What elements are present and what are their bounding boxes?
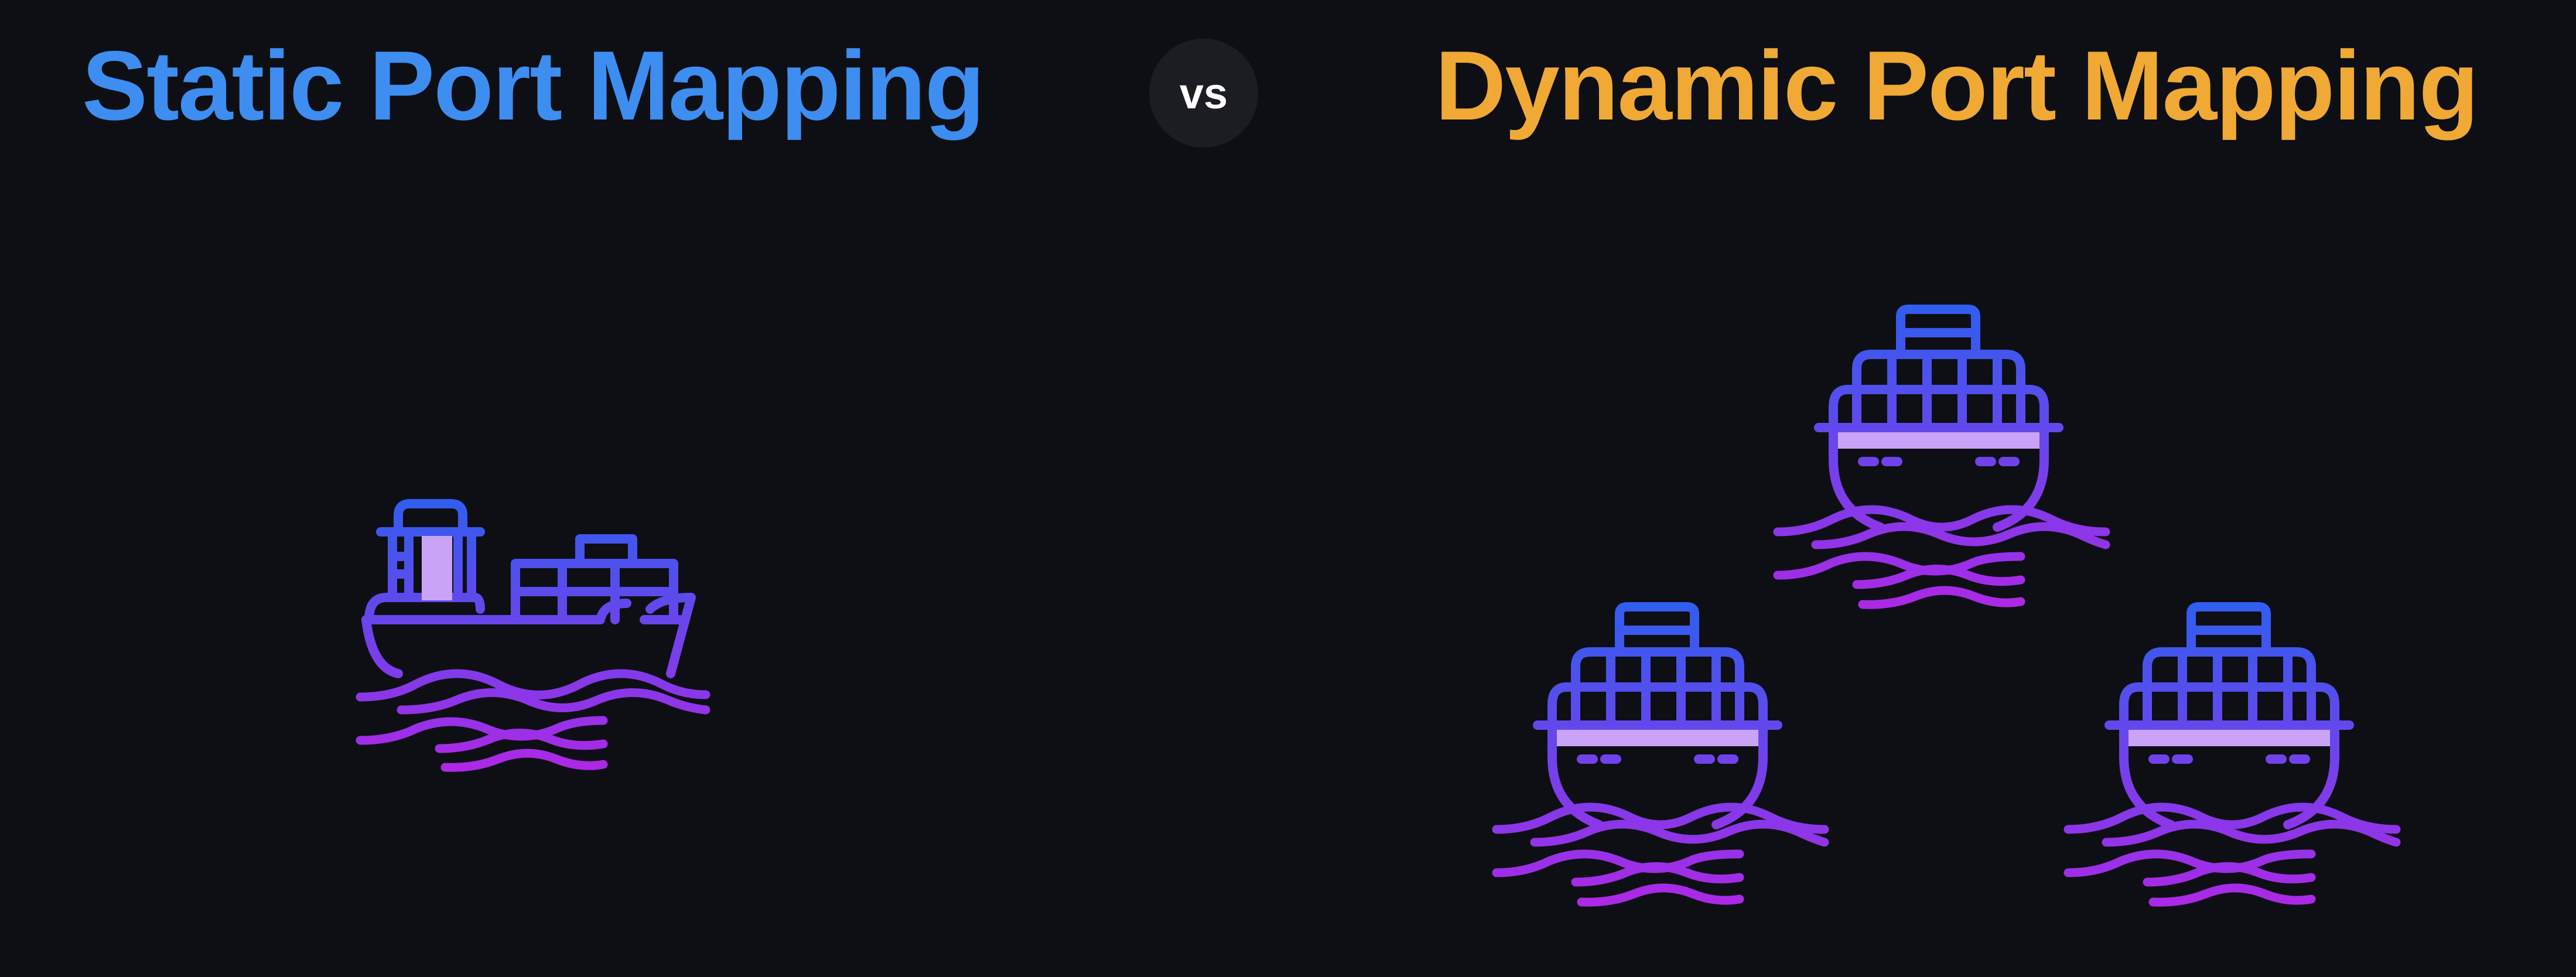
cargo-ship-side-icon [356, 499, 710, 772]
vs-label: vs [1179, 69, 1228, 118]
vs-badge: vs [1149, 39, 1258, 148]
dynamic-port-mapping-title: Dynamic Port Mapping [1435, 30, 2479, 141]
cargo-ship-front-icon [2063, 602, 2401, 907]
cargo-ship-front-icon [1773, 305, 2110, 609]
tower-window-accent [422, 536, 452, 600]
static-port-mapping-title: Static Port Mapping [82, 30, 985, 141]
cargo-ship-front-icon [1492, 602, 1829, 907]
